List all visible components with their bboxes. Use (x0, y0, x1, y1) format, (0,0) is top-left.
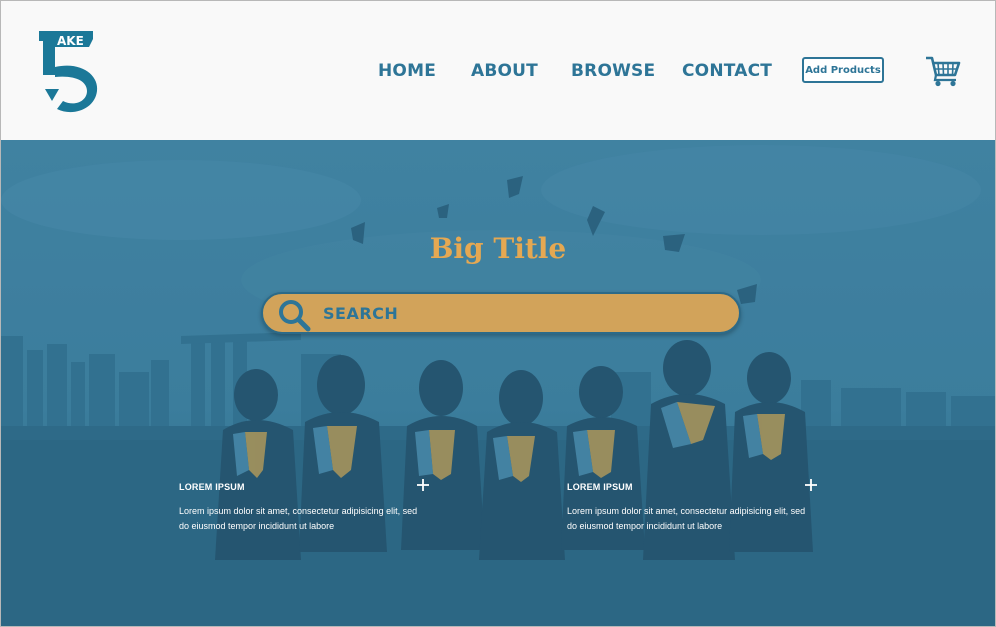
search-bar[interactable] (261, 292, 741, 334)
site-header: AKE HOME ABOUT BROWSE CONTACT Add Produc… (1, 1, 995, 140)
hero-section: Big Title LOREM IPSUM Lorem ipsum dolor … (1, 140, 995, 626)
plus-icon[interactable] (803, 477, 819, 493)
nav-contact[interactable]: CONTACT (682, 61, 772, 81)
info-card-left: LOREM IPSUM Lorem ipsum dolor sit amet, … (179, 479, 431, 534)
hero-title: Big Title (429, 232, 567, 265)
page-frame: AKE HOME ABOUT BROWSE CONTACT Add Produc… (0, 0, 996, 627)
plus-icon[interactable] (415, 477, 431, 493)
card-text: Lorem ipsum dolor sit amet, consectetur … (179, 506, 418, 531)
info-card-right: LOREM IPSUM Lorem ipsum dolor sit amet, … (567, 479, 819, 534)
take5-logo-mark: AKE (39, 31, 98, 113)
add-products-button[interactable]: Add Products (802, 57, 884, 83)
nav-home[interactable]: HOME (378, 61, 436, 81)
shopping-cart-icon[interactable] (925, 55, 961, 87)
nav-about[interactable]: ABOUT (471, 61, 538, 81)
search-icon[interactable] (277, 298, 311, 332)
card-title: LOREM IPSUM (567, 482, 633, 492)
svg-text:AKE: AKE (57, 34, 84, 48)
card-text: Lorem ipsum dolor sit amet, consectetur … (567, 506, 806, 531)
search-input[interactable] (323, 300, 723, 326)
hero-background-photo (1, 140, 995, 626)
take5-logo[interactable]: AKE (37, 27, 103, 117)
card-title: LOREM IPSUM (179, 482, 245, 492)
nav-browse[interactable]: BROWSE (571, 61, 655, 81)
